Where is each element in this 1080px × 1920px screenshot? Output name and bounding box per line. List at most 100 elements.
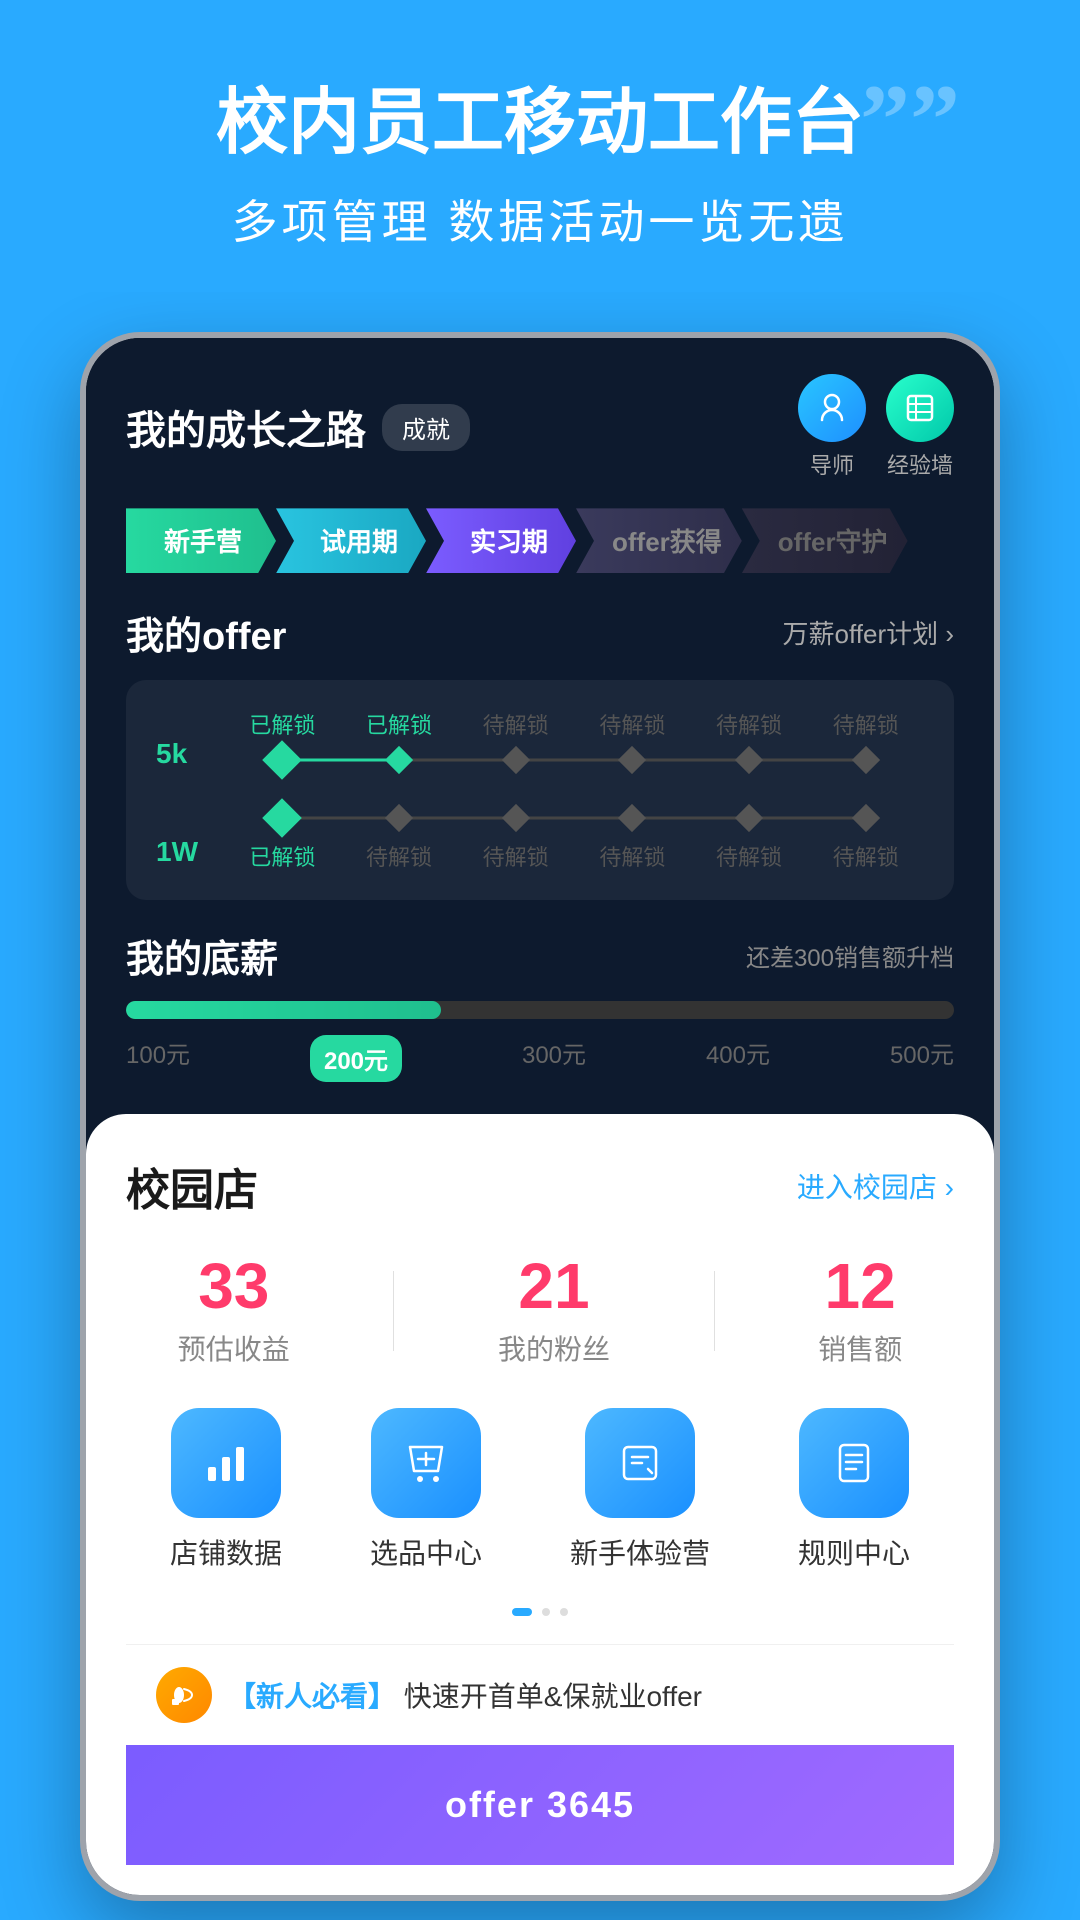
diamond-1w-5 xyxy=(735,804,763,832)
node-1w-5-label: 待解锁 xyxy=(691,840,808,872)
stats-row: 33 预估收益 21 我的粉丝 12 销售额 xyxy=(126,1254,954,1368)
track-1w-row: 1W xyxy=(156,804,924,872)
hero-title: 校内员工移动工作台 xyxy=(60,80,1020,166)
dot-5k-4 xyxy=(574,750,691,770)
stat-divider-1 xyxy=(393,1271,394,1351)
node-1w-1-label: 已解锁 xyxy=(224,840,341,872)
feature-rules-label: 规则中心 xyxy=(798,1532,910,1572)
track-5k-label: 5k xyxy=(156,738,216,774)
growth-icons: 导师 经验墙 xyxy=(798,374,954,480)
salary-title: 我的底薪 xyxy=(126,928,278,983)
campus-section: 校园店 进入校园店 › 33 预估收益 21 我的粉丝 xyxy=(86,1114,994,1895)
growth-header: 我的成长之路 成就 导师 xyxy=(126,374,954,480)
notice-bar[interactable]: 【新人必看】 快速开首单&保就业offer xyxy=(126,1644,954,1745)
diamond-1w-1 xyxy=(263,799,303,839)
salary-bar-bg xyxy=(126,1001,954,1019)
dot-active xyxy=(512,1608,532,1616)
feature-store-label: 店铺数据 xyxy=(170,1532,282,1572)
dot-1w-2 xyxy=(341,808,458,828)
feature-rules[interactable]: 规则中心 xyxy=(798,1408,910,1572)
notice-highlight: 【新人必看】 xyxy=(228,1681,396,1712)
dot-5k-1 xyxy=(224,746,341,774)
campus-header: 校园店 进入校园店 › xyxy=(126,1154,954,1218)
step-offer1[interactable]: offer获得 xyxy=(576,508,742,573)
store-data-icon xyxy=(171,1408,281,1518)
diamond-1w-6 xyxy=(852,804,880,832)
node-labels-5k: 已解锁 已解锁 待解锁 待解锁 待解锁 待解锁 xyxy=(224,708,924,740)
salary-section: 我的底薪 还差300销售额升档 100元 200元 300元 400元 500元 xyxy=(126,928,954,1082)
notice-main: 快速开首单&保就业offer xyxy=(404,1681,702,1712)
stat-fans-number: 21 xyxy=(518,1254,589,1318)
dot-5k-5 xyxy=(691,750,808,770)
feature-product-label: 选品中心 xyxy=(370,1532,482,1572)
salary-header: 我的底薪 还差300销售额升档 xyxy=(126,928,954,983)
feature-newbie[interactable]: 新手体验营 xyxy=(570,1408,710,1572)
notice-icon xyxy=(156,1667,212,1723)
track-5k-row: 5k 已解锁 已解锁 待解锁 待解锁 待解锁 待解锁 xyxy=(156,708,924,774)
dot-1w-4 xyxy=(574,808,691,828)
dots-1w xyxy=(224,804,924,832)
salary-200: 200元 xyxy=(310,1035,402,1082)
feature-product[interactable]: 选品中心 xyxy=(370,1408,482,1572)
hero-subtitle: 多项管理 数据活动一览无遗 xyxy=(60,186,1020,252)
diamond-5k-3 xyxy=(502,746,530,774)
offer-number: offer 3645 xyxy=(445,1784,635,1826)
features-row: 店铺数据 选品中心 xyxy=(126,1408,954,1572)
dot-1w-1 xyxy=(224,804,341,832)
step-shixi[interactable]: 实习期 xyxy=(426,508,576,573)
node-1w-2-label: 待解锁 xyxy=(341,840,458,872)
tutor-button[interactable]: 导师 xyxy=(798,374,866,480)
bottom-card: offer 3645 xyxy=(126,1745,954,1865)
step-shiyong[interactable]: 试用期 xyxy=(276,508,426,573)
salary-300: 300元 xyxy=(522,1035,586,1082)
salary-100: 100元 xyxy=(126,1035,190,1082)
steps-row: 新手营 试用期 实习期 offer获得 offer守护 xyxy=(126,508,954,573)
dot-2 xyxy=(560,1608,568,1616)
growth-section: 我的成长之路 成就 导师 xyxy=(86,338,994,1114)
phone-frame: 我的成长之路 成就 导师 xyxy=(80,332,1000,1901)
tutor-label: 导师 xyxy=(810,448,854,480)
stat-sales: 12 销售额 xyxy=(818,1254,902,1368)
step-offer2[interactable]: offer守护 xyxy=(742,508,908,573)
offer-header: 我的offer 万薪offer计划 › xyxy=(126,605,954,660)
bottom-card-content: offer 3645 xyxy=(126,1745,954,1865)
phone-wrapper: 我的成长之路 成就 导师 xyxy=(0,332,1080,1901)
node-5k-5-label: 待解锁 xyxy=(691,708,808,740)
notice-text: 【新人必看】 快速开首单&保就业offer xyxy=(228,1675,702,1715)
tutor-icon xyxy=(798,374,866,442)
dots-5k xyxy=(224,746,924,774)
feature-store-data[interactable]: 店铺数据 xyxy=(170,1408,282,1572)
stat-fans: 21 我的粉丝 xyxy=(498,1254,610,1368)
offer-card: 5k 已解锁 已解锁 待解锁 待解锁 待解锁 待解锁 xyxy=(126,680,954,900)
salary-hint: 还差300销售额升档 xyxy=(746,938,954,973)
salary-labels: 100元 200元 300元 400元 500元 xyxy=(126,1035,954,1082)
stat-earnings-number: 33 xyxy=(198,1254,269,1318)
pagination-dots xyxy=(126,1608,954,1616)
stat-fans-label: 我的粉丝 xyxy=(498,1328,610,1368)
nodes-5k: 已解锁 已解锁 待解锁 待解锁 待解锁 待解锁 xyxy=(224,708,924,774)
node-5k-3-label: 待解锁 xyxy=(457,708,574,740)
rules-icon xyxy=(799,1408,909,1518)
dot-5k-3 xyxy=(457,750,574,770)
diamond-5k-2 xyxy=(385,746,413,774)
node-labels-1w: 已解锁 待解锁 待解锁 待解锁 待解锁 待解锁 xyxy=(224,840,924,872)
achievement-badge: 成就 xyxy=(382,404,470,451)
offer-plan-link[interactable]: 万薪offer计划 › xyxy=(783,614,954,651)
wall-icon xyxy=(886,374,954,442)
diamond-5k-1 xyxy=(263,741,303,781)
product-icon xyxy=(371,1408,481,1518)
dot-1w-3 xyxy=(457,808,574,828)
wall-button[interactable]: 经验墙 xyxy=(886,374,954,480)
node-5k-6-label: 待解锁 xyxy=(807,708,924,740)
campus-link[interactable]: 进入校园店 › xyxy=(797,1166,954,1206)
node-5k-1-label: 已解锁 xyxy=(224,708,341,740)
wall-label: 经验墙 xyxy=(887,448,953,480)
diamond-5k-6 xyxy=(852,746,880,774)
step-xinshout[interactable]: 新手营 xyxy=(126,508,276,573)
salary-bar-fill xyxy=(126,1001,441,1019)
dot-1w-6 xyxy=(807,808,924,828)
phone-inner: 我的成长之路 成就 导师 xyxy=(86,338,994,1895)
diamond-5k-5 xyxy=(735,746,763,774)
dot-5k-2 xyxy=(341,750,458,770)
growth-title: 我的成长之路 xyxy=(126,398,366,456)
